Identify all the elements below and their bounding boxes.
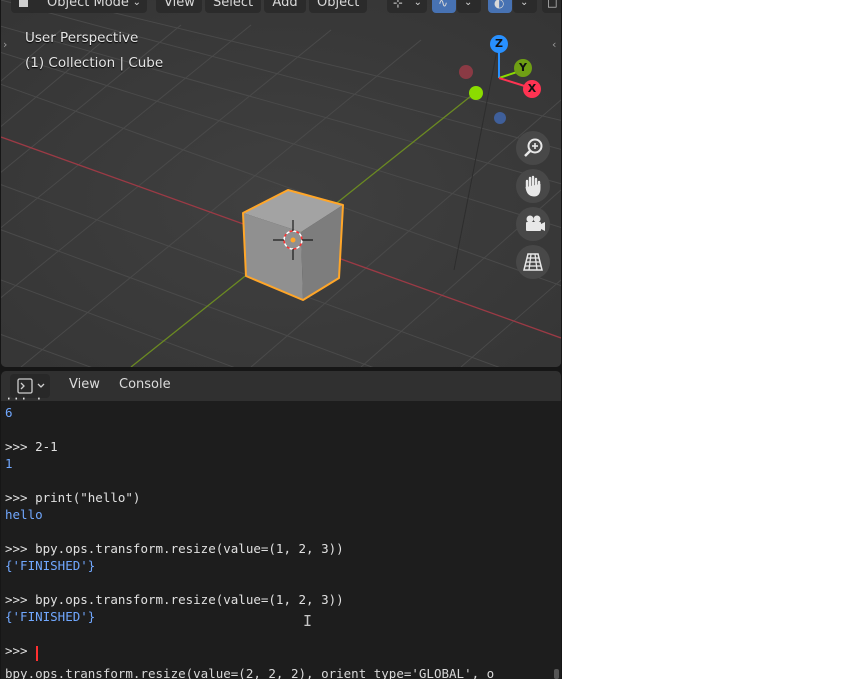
mode-dropdown[interactable]: Object Mode ⌄ bbox=[29, 0, 147, 13]
proportional-falloff-dropdown[interactable]: ⌄ bbox=[513, 0, 537, 13]
pan-hand-icon bbox=[525, 175, 541, 197]
text-cursor bbox=[36, 646, 38, 661]
console-line: 6 bbox=[5, 405, 13, 420]
console-header: View Console bbox=[1, 371, 561, 401]
console-menu-console[interactable]: Console bbox=[119, 377, 171, 392]
console-output[interactable]: ··· · 6 >>> 2-1 1 >>> print("hello") hel… bbox=[1, 391, 561, 679]
console-line: 1 bbox=[5, 456, 13, 471]
menu-select[interactable]: Select bbox=[205, 0, 261, 13]
pivot-icon: ⊹ bbox=[393, 0, 404, 10]
console-line: {'FINISHED'} bbox=[5, 609, 96, 624]
console-line-clipped: ··· · bbox=[5, 391, 43, 406]
3d-viewport[interactable]: Z Y X Object Mode ⌄ View Select Add Obje… bbox=[1, 0, 561, 367]
python-console: View Console ··· · 6 >>> 2-1 1 >>> print… bbox=[1, 371, 561, 679]
console-line: >>> 2-1 bbox=[5, 439, 58, 454]
camera-view-button[interactable] bbox=[516, 207, 550, 241]
toolbar-expand-icon[interactable]: › bbox=[3, 38, 7, 51]
console-prompt[interactable]: >>> bbox=[5, 643, 35, 658]
menu-view[interactable]: View bbox=[156, 0, 202, 13]
perspective-label: User Perspective bbox=[25, 30, 139, 46]
console-line: >>> bpy.ops.transform.resize(value=(1, 2… bbox=[5, 541, 344, 556]
menu-object[interactable]: Object bbox=[309, 0, 367, 13]
transform-pivot-button[interactable]: ⊹ ⌄ bbox=[387, 0, 427, 13]
gizmo-x-axis[interactable]: X bbox=[523, 80, 541, 98]
collection-label: (1) Collection | Cube bbox=[25, 55, 164, 71]
mode-label: Object Mode bbox=[47, 0, 129, 10]
snap-icon: ∿ bbox=[438, 0, 449, 10]
camera-icon bbox=[526, 215, 545, 231]
snap-toggle[interactable]: ∿ bbox=[432, 0, 456, 13]
chevron-down-icon: ⌄ bbox=[520, 0, 529, 8]
gizmo-z-axis[interactable]: Z bbox=[490, 35, 508, 53]
console-line: >>> print("hello") bbox=[5, 490, 141, 505]
gizmo-y-axis[interactable]: Y bbox=[514, 59, 532, 77]
chevron-down-icon: ⌄ bbox=[132, 0, 141, 8]
proportional-edit-toggle[interactable]: ◐ bbox=[488, 0, 512, 13]
console-scrollbar[interactable] bbox=[554, 669, 559, 679]
sidebar-expand-icon[interactable]: ‹ bbox=[552, 38, 556, 51]
zoom-button[interactable] bbox=[516, 131, 550, 165]
grid-perspective-icon bbox=[523, 253, 543, 271]
menu-add[interactable]: Add bbox=[264, 0, 306, 13]
cube-icon bbox=[19, 0, 28, 7]
console-menu-view[interactable]: View bbox=[69, 377, 100, 392]
console-info-line: bpy.ops.transform.resize(value=(2, 2, 2)… bbox=[5, 666, 495, 679]
snap-options-dropdown[interactable]: ⌄ bbox=[457, 0, 481, 13]
blender-window: Z Y X Object Mode ⌄ View Select Add Obje… bbox=[0, 0, 562, 679]
chevron-down-icon: ⌄ bbox=[464, 0, 473, 8]
overlay-icon: □ bbox=[547, 0, 558, 9]
mouse-ibeam-cursor: I bbox=[303, 612, 313, 630]
perspective-toggle-button[interactable] bbox=[516, 245, 550, 279]
chevron-down-icon: ⌄ bbox=[413, 0, 422, 8]
pan-button[interactable] bbox=[516, 169, 550, 203]
proportional-edit-icon: ◐ bbox=[494, 0, 505, 10]
console-line: {'FINISHED'} bbox=[5, 558, 96, 573]
console-line: hello bbox=[5, 507, 43, 522]
console-line: >>> bpy.ops.transform.resize(value=(1, 2… bbox=[5, 592, 344, 607]
zoom-icon bbox=[524, 138, 543, 157]
overlay-button[interactable]: □ bbox=[542, 0, 561, 13]
